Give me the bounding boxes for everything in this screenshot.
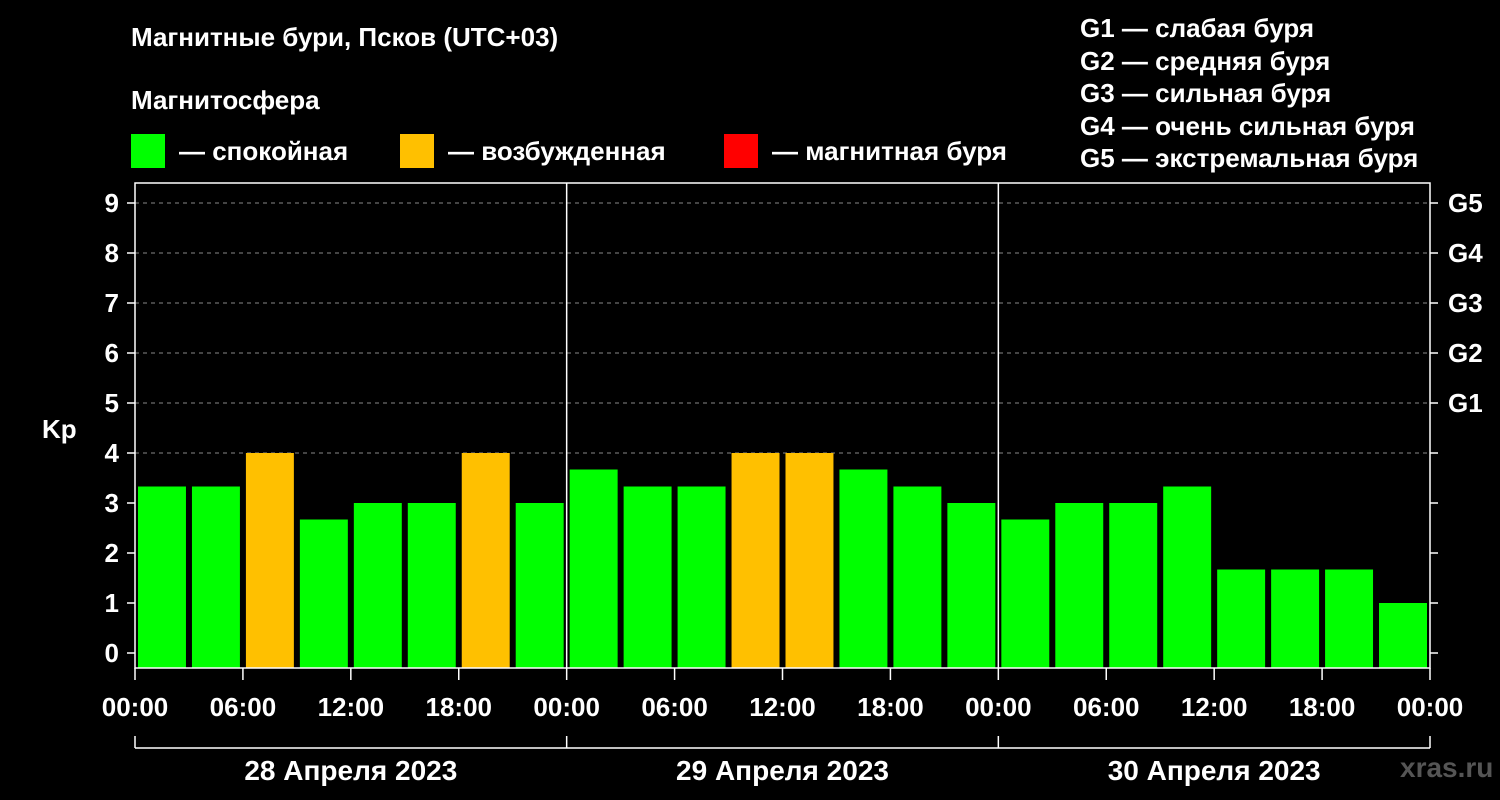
- kp-bar: [299, 519, 348, 668]
- kp-bar: [623, 486, 672, 668]
- x-tick-label: 00:00: [1397, 692, 1464, 722]
- kp-bar: [947, 503, 996, 668]
- kp-bar: [1001, 519, 1050, 668]
- kp-bar-chart: 0 1 2 3 4 5 6 7 8 9 G1 G2 G3 G4 G5 Kp 00:00 06:00 12:00 18:…: [42, 182, 1483, 786]
- kp-bar: [569, 469, 618, 668]
- day-label: 29 Апреля 2023: [676, 755, 889, 786]
- kp-bar: [191, 486, 240, 668]
- y-tick-label: 0: [105, 638, 119, 668]
- kp-bar: [785, 453, 834, 668]
- kp-bar: [1217, 569, 1266, 668]
- x-tick-label: 12:00: [318, 692, 385, 722]
- x-tick-label: 12:00: [1181, 692, 1248, 722]
- kp-bar: [1109, 503, 1158, 668]
- kp-bar: [677, 486, 726, 668]
- y-axis-label: Kp: [42, 414, 77, 444]
- storm-level-label: G4: [1448, 238, 1483, 268]
- x-tick-label: 18:00: [857, 692, 924, 722]
- storm-level-label: G1: [1448, 388, 1483, 418]
- x-tick-label: 18:00: [426, 692, 493, 722]
- y-tick-label: 6: [105, 338, 119, 368]
- x-tick-label: 00:00: [102, 692, 169, 722]
- kp-bar: [1379, 603, 1427, 668]
- y-tick-label: 9: [105, 188, 119, 218]
- storm-level-label: G2: [1448, 338, 1483, 368]
- y-tick-label: 7: [105, 288, 119, 318]
- kp-bar: [407, 503, 456, 668]
- kp-bar: [245, 453, 294, 668]
- x-tick-label: 00:00: [533, 692, 600, 722]
- kp-bar: [1325, 569, 1374, 668]
- watermark: xras.ru: [1400, 752, 1494, 783]
- x-tick-label: 00:00: [965, 692, 1032, 722]
- kp-bar: [461, 453, 510, 668]
- kp-bar: [1163, 486, 1212, 668]
- y-tick-label: 3: [105, 488, 119, 518]
- kp-bar: [731, 453, 780, 668]
- kp-bar: [893, 486, 942, 668]
- storm-level-label: G5: [1448, 188, 1483, 218]
- x-tick-label: 06:00: [641, 692, 708, 722]
- x-tick-label: 12:00: [749, 692, 816, 722]
- x-tick-label: 06:00: [1073, 692, 1140, 722]
- y-tick-label: 8: [105, 238, 119, 268]
- storm-level-label: G3: [1448, 288, 1483, 318]
- day-label: 28 Апреля 2023: [244, 755, 457, 786]
- y-tick-label: 1: [105, 588, 119, 618]
- kp-bar: [839, 469, 888, 668]
- kp-bar: [515, 503, 564, 668]
- kp-bar: [353, 503, 402, 668]
- y-tick-label: 2: [105, 538, 119, 568]
- x-tick-label: 06:00: [210, 692, 277, 722]
- kp-bar: [1055, 503, 1104, 668]
- y-tick-label: 5: [105, 388, 119, 418]
- x-tick-label: 18:00: [1289, 692, 1356, 722]
- kp-bar: [138, 486, 186, 668]
- day-label: 30 Апреля 2023: [1108, 755, 1321, 786]
- y-tick-label: 4: [105, 438, 120, 468]
- kp-bar: [1271, 569, 1320, 668]
